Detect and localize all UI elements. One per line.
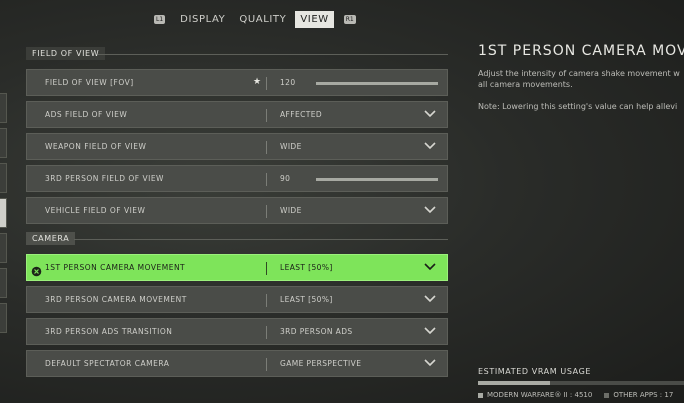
l1-key-hint: L1 [154,15,166,24]
section-header-field-of-view: FIELD OF VIEW [26,47,106,60]
setting-label: ADS FIELD OF VIEW [45,110,128,119]
vram-usage-bar [478,381,684,385]
rail-button[interactable] [0,163,7,193]
r1-key-hint: R1 [343,15,356,24]
vram-usage-fill [478,381,551,385]
detail-title: 1ST PERSON CAMERA MOVE [478,43,684,59]
setting-value: 90 [280,174,291,183]
left-category-rail [0,93,7,338]
row-divider [266,173,267,186]
row-divider [266,141,267,154]
tab-display[interactable]: DISPLAY [175,11,230,28]
chevron-down-icon[interactable] [423,140,437,152]
setting-label: 3RD PERSON ADS TRANSITION [45,327,173,336]
setting-label: DEFAULT SPECTATOR CAMERA [45,359,170,368]
section-header-camera: CAMERA [26,232,76,245]
gamepad-select-icon [31,262,42,277]
vram-legend: MODERN WARFARE® II : 4510 OTHER APPS : 1… [478,391,673,399]
third-person-fov-slider[interactable] [316,178,438,181]
vram-legend-other: OTHER APPS : 17 [604,391,673,399]
setting-label: 3RD PERSON CAMERA MOVEMENT [45,295,187,304]
row-divider [266,262,267,275]
legend-swatch [478,392,483,398]
rail-button-active[interactable] [0,198,7,228]
detail-note: Note: Lowering this setting's value can … [478,102,678,111]
slider-fill [316,178,438,181]
setting-row-3rd-person-fov[interactable]: 3RD PERSON FIELD OF VIEW 90 [26,165,448,192]
rail-button[interactable] [0,268,7,298]
setting-label: WEAPON FIELD OF VIEW [45,142,147,151]
setting-value: 120 [280,78,296,87]
tab-quality[interactable]: QUALITY [234,11,291,28]
rail-button[interactable] [0,128,7,158]
chevron-down-icon[interactable] [423,357,437,369]
detail-description-line: all camera movements. [478,80,573,89]
chevron-down-icon[interactable] [423,293,437,305]
rail-button[interactable] [0,233,7,263]
star-icon: ★ [253,77,262,87]
setting-row-3rd-person-ads-transition[interactable]: 3RD PERSON ADS TRANSITION 3RD PERSON ADS [26,318,448,345]
setting-value: AFFECTED [280,110,323,119]
setting-row-3rd-person-camera-movement[interactable]: 3RD PERSON CAMERA MOVEMENT LEAST [50%] [26,286,448,313]
setting-value: GAME PERSPECTIVE [280,359,362,368]
setting-value: WIDE [280,206,302,215]
row-divider [266,205,267,218]
setting-value: 3RD PERSON ADS [280,327,353,336]
rail-button[interactable] [0,303,7,333]
setting-value: LEAST [50%] [280,263,333,272]
legend-swatch [604,392,610,398]
row-divider [266,358,267,371]
row-divider [266,294,267,307]
setting-value: LEAST [50%] [280,295,333,304]
chevron-down-icon[interactable] [423,325,437,337]
setting-row-fov[interactable]: FIELD OF VIEW [FOV] ★ 120 [26,69,448,96]
setting-label: VEHICLE FIELD OF VIEW [45,206,146,215]
row-divider [266,326,267,339]
rail-button[interactable] [0,93,7,123]
setting-row-1st-person-camera-movement[interactable]: 1ST PERSON CAMERA MOVEMENT LEAST [50%] [26,254,448,281]
setting-row-ads-fov[interactable]: ADS FIELD OF VIEW AFFECTED [26,101,448,128]
legend-other-text: OTHER APPS : 17 [613,391,674,399]
settings-tab-bar: L1 DISPLAY QUALITY VIEW R1 [148,11,362,28]
setting-row-weapon-fov[interactable]: WEAPON FIELD OF VIEW WIDE [26,133,448,160]
setting-row-default-spectator-camera[interactable]: DEFAULT SPECTATOR CAMERA GAME PERSPECTIV… [26,350,448,377]
setting-value: WIDE [280,142,302,151]
setting-label: FIELD OF VIEW [FOV] [45,78,134,87]
chevron-down-icon[interactable] [423,108,437,120]
setting-label: 1ST PERSON CAMERA MOVEMENT [45,263,186,272]
chevron-down-icon[interactable] [423,204,437,216]
row-divider [266,77,267,90]
row-divider [266,109,267,122]
detail-description-line: Adjust the intensity of camera shake mov… [478,69,680,78]
section-divider [98,54,448,55]
vram-legend-game: MODERN WARFARE® II : 4510 [478,391,592,399]
section-divider [74,239,448,240]
vram-usage-label: ESTIMATED VRAM USAGE [478,367,592,376]
fov-slider[interactable] [316,82,438,85]
tab-view[interactable]: VIEW [295,11,334,28]
setting-row-vehicle-fov[interactable]: VEHICLE FIELD OF VIEW WIDE [26,197,448,224]
detail-description: Adjust the intensity of camera shake mov… [478,68,684,90]
setting-label: 3RD PERSON FIELD OF VIEW [45,174,164,183]
chevron-down-icon[interactable] [423,261,437,273]
slider-fill [316,82,438,85]
legend-game-text: MODERN WARFARE® II : 4510 [487,391,593,399]
